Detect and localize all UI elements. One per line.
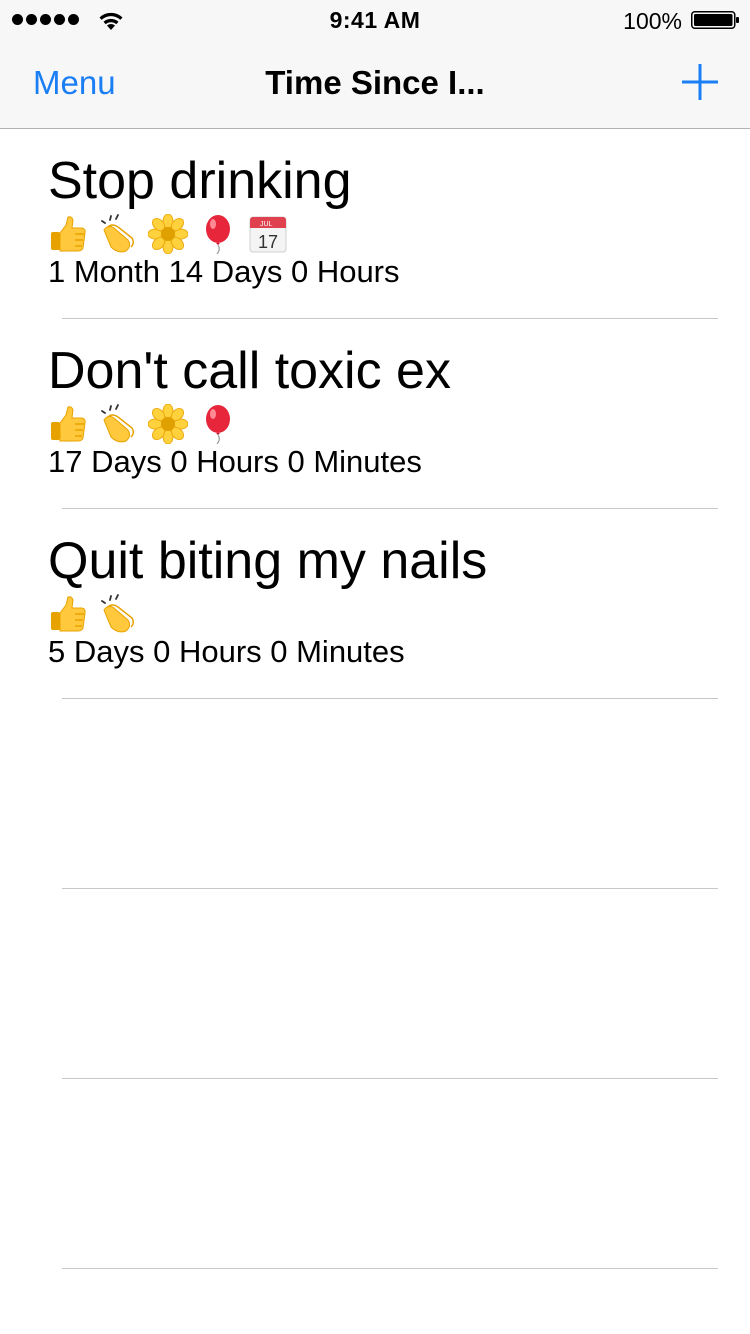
elapsed-time: 5 Days 0 Hours 0 Minutes: [48, 634, 405, 669]
item-title: Stop drinking: [48, 152, 352, 210]
plus-icon[interactable]: [682, 64, 718, 100]
menu-button[interactable]: Menu: [33, 64, 116, 102]
calendar-month: JUL: [260, 221, 273, 228]
thumbs-up-icon: [48, 214, 88, 254]
sunflower-icon: [148, 404, 188, 444]
empty-list-row: [62, 1079, 718, 1269]
list-item[interactable]: Don't call toxic ex 17 Days 0 Hours 0 Mi…: [48, 319, 718, 509]
elapsed-time: 1 Month 14 Days 0 Hours: [48, 254, 400, 289]
navigation-bar: Menu Time Since I...: [0, 40, 750, 128]
thumbs-up-icon: [48, 404, 88, 444]
elapsed-time: 17 Days 0 Hours 0 Minutes: [48, 444, 422, 479]
balloon-icon: [198, 214, 238, 254]
clapping-hands-icon: [98, 214, 138, 254]
clapping-hands-icon: [98, 404, 138, 444]
page-title: Time Since I...: [265, 64, 485, 101]
habit-list: Stop drinking JUL 17 1 Month 14 Days 0 H…: [0, 129, 750, 1269]
empty-list-row: [62, 699, 718, 889]
list-item[interactable]: Stop drinking JUL 17 1 Month 14 Days 0 H…: [48, 129, 718, 319]
status-bar: 9:41 AM 100%: [0, 0, 750, 40]
calendar-day: 17: [258, 232, 278, 252]
badge-row: [48, 594, 748, 634]
battery-icon: [691, 11, 739, 29]
empty-list-row: [62, 889, 718, 1079]
sunflower-icon: [148, 214, 188, 254]
balloon-icon: [198, 404, 238, 444]
clapping-hands-icon: [98, 594, 138, 634]
top-bar-area: 9:41 AM 100% Menu Time Since I...: [0, 0, 750, 129]
list-item[interactable]: Quit biting my nails 5 Days 0 Hours 0 Mi…: [48, 509, 718, 699]
item-title: Don't call toxic ex: [48, 342, 451, 400]
calendar-icon: JUL 17: [248, 214, 288, 254]
badge-row: JUL 17: [48, 214, 748, 254]
battery-percent: 100%: [623, 8, 682, 34]
item-title: Quit biting my nails: [48, 532, 488, 590]
thumbs-up-icon: [48, 594, 88, 634]
badge-row: [48, 404, 748, 444]
